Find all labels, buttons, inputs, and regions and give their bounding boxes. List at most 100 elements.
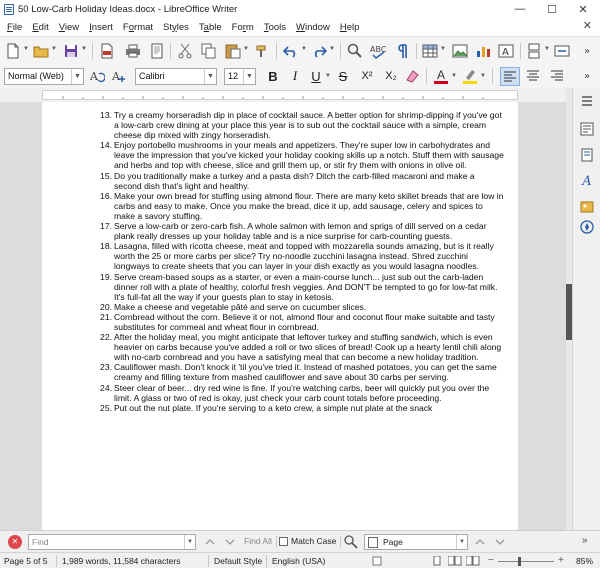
menu-edit[interactable]: Edit xyxy=(27,22,53,33)
menu-file[interactable]: File xyxy=(2,22,27,33)
insert-field-icon[interactable] xyxy=(553,42,571,60)
align-left-button[interactable] xyxy=(500,67,520,86)
maximize-button[interactable]: ☐ xyxy=(537,0,567,18)
menu-help[interactable]: Help xyxy=(335,22,365,33)
book-view-icon[interactable] xyxy=(465,555,480,566)
bold-button[interactable]: B xyxy=(264,67,282,85)
export-pdf-icon[interactable] xyxy=(98,42,116,60)
more-options-icon[interactable]: » xyxy=(578,67,596,85)
clone-formatting-icon[interactable] xyxy=(253,42,271,60)
formatting-marks-icon[interactable] xyxy=(394,42,412,60)
language[interactable]: English (USA) xyxy=(272,556,325,566)
new-document-icon[interactable] xyxy=(4,42,22,60)
undo-icon[interactable] xyxy=(282,42,300,60)
font-color-dropdown-icon[interactable]: ▼ xyxy=(451,73,457,79)
clear-formatting-icon[interactable] xyxy=(404,67,422,85)
highlight-button[interactable] xyxy=(461,67,479,85)
list-item[interactable]: 23. Cauliflower mash. Don't knock it 'til… xyxy=(94,362,504,382)
navigator-icon[interactable] xyxy=(578,218,596,236)
insert-page-break-icon[interactable] xyxy=(525,42,543,60)
find-all-button[interactable]: Find All xyxy=(244,536,272,546)
menu-window[interactable]: Window xyxy=(291,22,335,33)
italic-button[interactable]: I xyxy=(286,67,304,85)
font-name-select[interactable]: Calibri ▼ xyxy=(135,68,217,85)
find-input[interactable]: Find ▼ xyxy=(28,534,196,550)
list-item[interactable]: 15. Do you traditionally make a turkey an… xyxy=(94,171,504,191)
horizontal-ruler[interactable] xyxy=(0,88,566,102)
find-previous-icon[interactable] xyxy=(204,536,216,548)
spelling-icon[interactable]: ABC xyxy=(370,42,388,60)
undo-dropdown-icon[interactable]: ▼ xyxy=(301,46,307,52)
numbered-list[interactable]: 13. Try a creamy horseradish dip in place… xyxy=(94,110,504,413)
menu-form[interactable]: Form xyxy=(227,22,259,33)
page-break-dropdown-icon[interactable]: ▼ xyxy=(544,46,550,52)
print-preview-icon[interactable] xyxy=(148,42,166,60)
single-page-view-icon[interactable] xyxy=(430,555,444,566)
insert-chart-icon[interactable] xyxy=(474,42,492,60)
zoom-level[interactable]: 85% xyxy=(576,556,593,566)
menu-view[interactable]: View xyxy=(54,22,84,33)
page-style[interactable]: Default Style xyxy=(214,556,262,566)
save-dropdown-icon[interactable]: ▼ xyxy=(81,46,87,52)
list-item[interactable]: 19. Serve cream-based soups as a starter,… xyxy=(94,272,504,302)
menu-styles[interactable]: Styles xyxy=(158,22,194,33)
match-case-checkbox[interactable] xyxy=(279,537,288,546)
more-options-icon[interactable]: » xyxy=(582,535,588,546)
styles-icon[interactable]: A xyxy=(578,172,596,190)
list-item[interactable]: 21. Cornbread without the corn. Believe i… xyxy=(94,312,504,332)
menu-insert[interactable]: Insert xyxy=(84,22,118,33)
list-item[interactable]: 16. Make your own bread for stuffing usin… xyxy=(94,191,504,221)
page-icon[interactable] xyxy=(578,146,596,164)
open-folder-icon[interactable] xyxy=(32,42,50,60)
scope-next-icon[interactable] xyxy=(494,536,506,548)
chevron-down-icon[interactable]: ▼ xyxy=(184,535,195,549)
insert-image-icon[interactable] xyxy=(451,42,469,60)
table-dropdown-icon[interactable]: ▼ xyxy=(440,46,446,52)
find-next-icon[interactable] xyxy=(224,536,236,548)
list-item[interactable]: 17. Serve a low-carb or zero-carb fish. A… xyxy=(94,221,504,241)
font-size-select[interactable]: 12 ▼ xyxy=(224,68,256,85)
list-item[interactable]: 13. Try a creamy horseradish dip in place… xyxy=(94,110,504,140)
align-right-button[interactable] xyxy=(548,67,566,85)
redo-icon[interactable] xyxy=(310,42,328,60)
strikethrough-button[interactable]: S xyxy=(334,67,352,85)
sidebar-menu-icon[interactable] xyxy=(578,92,596,110)
menu-tools[interactable]: Tools xyxy=(259,22,291,33)
insert-text-box-icon[interactable]: A xyxy=(497,42,515,60)
list-item[interactable]: 20. Make a cheese and vegetable pâté and … xyxy=(94,302,504,312)
document-canvas[interactable]: 13. Try a creamy horseradish dip in place… xyxy=(0,102,566,530)
zoom-out-button[interactable]: − xyxy=(488,555,494,566)
more-options-icon[interactable]: » xyxy=(578,42,596,60)
find-replace-icon[interactable] xyxy=(344,535,358,549)
menu-table[interactable]: Table xyxy=(194,22,227,33)
cut-icon[interactable] xyxy=(176,42,194,60)
search-scope-select[interactable]: Page ▼ xyxy=(364,534,468,550)
paste-dropdown-icon[interactable]: ▼ xyxy=(243,46,249,52)
zoom-slider[interactable] xyxy=(498,561,554,562)
find-replace-icon[interactable] xyxy=(346,42,364,60)
underline-button[interactable]: U xyxy=(307,67,325,85)
print-icon[interactable] xyxy=(124,42,142,60)
close-document-button[interactable]: ✕ xyxy=(583,19,592,32)
zoom-slider-thumb[interactable] xyxy=(518,557,521,566)
open-dropdown-icon[interactable]: ▼ xyxy=(51,46,57,52)
minimize-button[interactable]: — xyxy=(505,0,535,18)
list-item[interactable]: 22. After the holiday meal, you might ant… xyxy=(94,332,504,362)
redo-dropdown-icon[interactable]: ▼ xyxy=(329,46,335,52)
align-center-button[interactable] xyxy=(524,67,542,85)
underline-dropdown-icon[interactable]: ▼ xyxy=(325,73,331,79)
page-count[interactable]: Page 5 of 5 xyxy=(4,556,47,566)
multi-page-view-icon[interactable] xyxy=(447,555,462,566)
highlight-dropdown-icon[interactable]: ▼ xyxy=(480,73,486,79)
scope-previous-icon[interactable] xyxy=(474,536,486,548)
new-style-icon[interactable]: A xyxy=(110,67,128,85)
paste-icon[interactable] xyxy=(224,42,242,60)
subscript-button[interactable]: X₂ xyxy=(380,67,402,85)
menu-format[interactable]: Format xyxy=(118,22,158,33)
properties-icon[interactable] xyxy=(578,120,596,138)
document-page[interactable]: 13. Try a creamy horseradish dip in place… xyxy=(42,102,518,530)
zoom-in-button[interactable]: + xyxy=(558,555,564,566)
paragraph-style-select[interactable]: Normal (Web) ▼ xyxy=(4,68,84,85)
insert-table-icon[interactable] xyxy=(421,42,439,60)
new-dropdown-icon[interactable]: ▼ xyxy=(23,46,29,52)
